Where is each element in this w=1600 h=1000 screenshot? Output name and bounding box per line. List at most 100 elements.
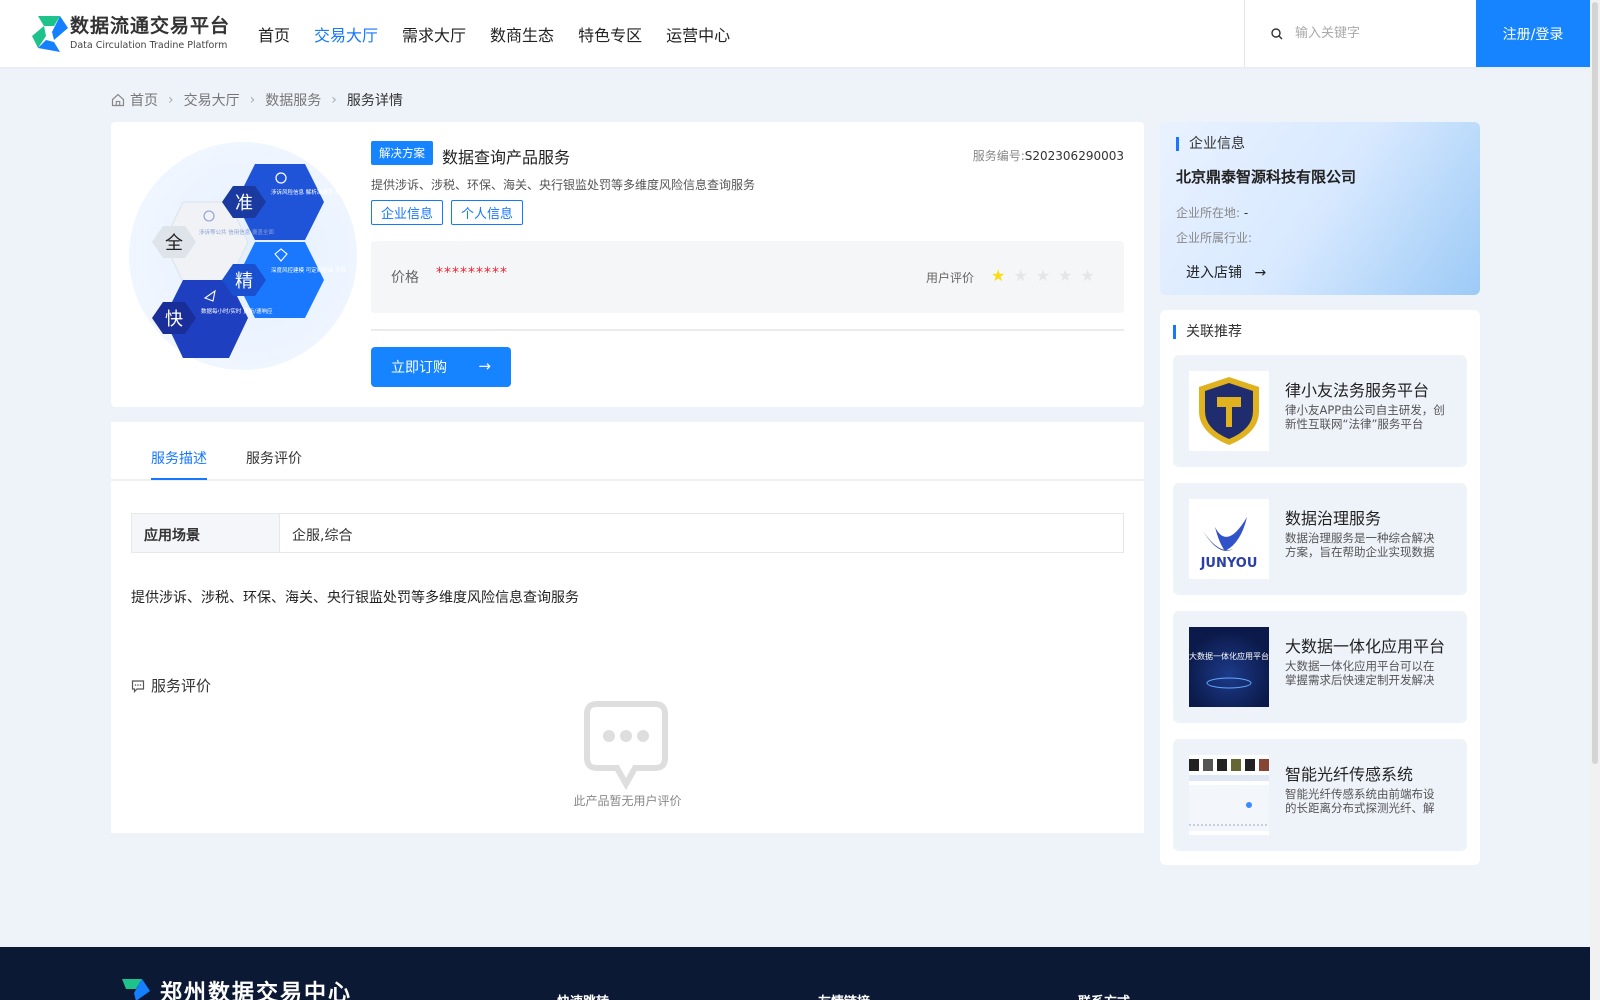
- breadcrumb-current: 服务详情: [346, 93, 403, 109]
- personal-info-button[interactable]: 个人信息: [451, 200, 524, 225]
- related-title: 律小友法务服务平台: [1285, 381, 1430, 400]
- service-number: 服务编号:S202306290003: [973, 147, 1124, 164]
- fiber-dashboard-icon: [1189, 759, 1269, 831]
- star-rating: ★ ★ ★ ★ ★: [991, 266, 1103, 285]
- company-location-value: -: [1243, 206, 1249, 220]
- breadcrumb: 首页 › 交易大厅 › 数据服务 › 服务详情: [111, 90, 403, 110]
- shield-gavel-icon: [1199, 377, 1259, 445]
- top-header: 数据流通交易平台 Data Circulation Tradine Platfo…: [0, 0, 1590, 67]
- main-nav: 首页 交易大厅 需求大厅 数商生态 特色专区 运营中心: [258, 22, 754, 46]
- related-item[interactable]: 智能光纤传感系统 智能光纤传感系统由前端布设的长距离分布式探测光纤、解调主机组成: [1173, 739, 1467, 851]
- nav-item-operations[interactable]: 运营中心: [666, 22, 730, 46]
- search-icon[interactable]: [1271, 27, 1283, 40]
- star-icon: ★: [1013, 266, 1028, 285]
- star-icon: ★: [1035, 266, 1051, 285]
- chevron-right-icon: ›: [331, 92, 337, 108]
- scrollbar-thumb[interactable]: [1592, 2, 1598, 764]
- login-register-button[interactable]: 注册/登录: [1476, 0, 1590, 67]
- site-logo[interactable]: 数据流通交易平台 Data Circulation Tradine Platfo…: [30, 14, 230, 54]
- company-section-title: 企业信息: [1176, 137, 1245, 151]
- empty-review-text: 此产品暂无用户评价: [573, 794, 682, 808]
- related-thumb-bigdata: 大数据一体化应用平台: [1189, 627, 1269, 707]
- product-card: 准 全 精 快 涉诉风险信息 解析准确率 超99% 涉诉等公共 信用信息 覆盖全…: [111, 122, 1144, 407]
- service-number-label: 服务编号:: [972, 149, 1025, 163]
- footer-logo-icon: [122, 979, 150, 1000]
- related-title: 大数据一体化应用平台: [1285, 637, 1446, 656]
- related-item[interactable]: 律小友法务服务平台 律小友APP由公司自主研发，创新性互联网“法律”服务平台: [1173, 355, 1467, 467]
- nav-item-home[interactable]: 首页: [258, 22, 290, 46]
- bigdata-banner-text: 大数据一体化应用平台: [1189, 651, 1269, 661]
- product-image: 准 全 精 快 涉诉风险信息 解析准确率 超99% 涉诉等公共 信用信息 覆盖全…: [129, 142, 357, 370]
- price-box: 价格 ********* 用户评价 ★ ★ ★ ★ ★: [371, 241, 1124, 313]
- enter-shop-link[interactable]: 进入店铺 →: [1186, 262, 1266, 282]
- star-icon: ★: [1080, 266, 1095, 285]
- company-info-button[interactable]: 企业信息: [371, 200, 444, 225]
- hex-char-accurate: 准: [235, 193, 253, 214]
- hexagon-illustration: 准 全 精 快 涉诉风险信息 解析准确率 超99% 涉诉等公共 信用信息 覆盖全…: [152, 164, 353, 358]
- search-box: [1244, 0, 1476, 67]
- related-desc: 大数据一体化应用平台可以在掌握需求后快速定制开发解决方案: [1285, 659, 1435, 687]
- page-scrollbar[interactable]: [1590, 0, 1600, 1000]
- company-industry-label: 企业所属行业:: [1176, 231, 1253, 245]
- footer-col-quick: 快速跳转: [557, 991, 609, 1000]
- star-icon: ★: [991, 266, 1006, 285]
- product-title: 数据查询产品服务: [442, 148, 571, 167]
- review-heading: 服务评价: [131, 675, 211, 696]
- detail-description: 提供涉诉、涉税、环保、海关、央行银监处罚等多维度风险信息查询服务: [131, 590, 579, 606]
- company-location: 企业所在地: -: [1176, 204, 1248, 221]
- related-title: 数据治理服务: [1285, 509, 1382, 528]
- related-item[interactable]: 大数据一体化应用平台 大数据一体化应用平台 大数据一体化应用平台可以在掌握需求后…: [1173, 611, 1467, 723]
- scene-value: 企服,综合: [292, 528, 353, 544]
- detail-card: 服务描述 服务评价 应用场景 企服,综合 提供涉诉、涉税、环保、海关、央行银监处…: [111, 422, 1144, 833]
- company-location-label: 企业所在地:: [1176, 206, 1241, 220]
- service-number-value: S202306290003: [1024, 149, 1124, 163]
- nav-item-trading-hall[interactable]: 交易大厅: [314, 22, 378, 46]
- related-thumb-law: [1189, 371, 1269, 451]
- related-title: 智能光纤传感系统: [1285, 765, 1414, 784]
- hex-char-complete: 全: [165, 233, 183, 254]
- tab-bar: 服务描述 服务评价: [111, 422, 1144, 481]
- related-card: 关联推荐 律小友法务服务平台 律小友APP由公司自主研发，创新性互联网“法律”服…: [1160, 310, 1480, 865]
- arrow-right-icon: →: [1254, 265, 1267, 281]
- junyou-logo-text: JUNYOU: [1200, 556, 1258, 571]
- tab-service-description[interactable]: 服务描述: [151, 448, 207, 480]
- breadcrumb-trading-hall[interactable]: 交易大厅: [184, 90, 240, 110]
- logo-icon: [32, 16, 68, 52]
- comment-icon: [131, 679, 145, 693]
- hex-text-precise: 深度风控建模 可定制精细 字段: [271, 266, 346, 274]
- divider: [371, 329, 1124, 331]
- nav-item-demand-hall[interactable]: 需求大厅: [402, 22, 466, 46]
- logo-subtitle: Data Circulation Tradine Platform: [70, 40, 228, 52]
- hex-text-fast: 数据每小时/实时 更新/速响应: [201, 307, 273, 315]
- review-title: 服务评价: [151, 677, 212, 695]
- rating-label: 用户评价: [926, 271, 975, 285]
- hex-text-complete: 涉诉等公共 信用信息 覆盖全面: [199, 228, 274, 236]
- info-buttons: 企业信息 个人信息: [371, 200, 531, 225]
- breadcrumb-home[interactable]: 首页: [130, 90, 158, 110]
- solution-tag: 解决方案: [371, 141, 433, 165]
- empty-comment-icon: [584, 701, 668, 790]
- related-section-title: 关联推荐: [1173, 325, 1242, 339]
- related-thumb-fiber: [1189, 755, 1269, 835]
- search-input[interactable]: [1295, 26, 1455, 41]
- product-description: 提供涉诉、涉税、环保、海关、央行银监处罚等多维度风险信息查询服务: [371, 178, 756, 192]
- related-desc: 智能光纤传感系统由前端布设的长距离分布式探测光纤、解调主机组成: [1285, 787, 1435, 815]
- hex-text-accurate: 涉诉风险信息 解析准确率 超99%: [271, 188, 353, 196]
- footer-brand: 郑州数据交易中心: [160, 981, 353, 1000]
- scene-table: 应用场景 企服,综合: [131, 513, 1124, 553]
- tab-service-review[interactable]: 服务评价: [246, 448, 302, 468]
- related-item[interactable]: JUNYOU 数据治理服务 数据治理服务是一种综合解决方案，旨在帮助企业实现数据…: [1173, 483, 1467, 595]
- chevron-right-icon: ›: [168, 92, 174, 108]
- nav-item-special-zone[interactable]: 特色专区: [578, 22, 642, 46]
- nav-item-ecosystem[interactable]: 数商生态: [490, 22, 554, 46]
- order-now-button[interactable]: 立即订购 →: [371, 347, 511, 387]
- breadcrumb-data-service[interactable]: 数据服务: [265, 90, 321, 110]
- arrow-right-icon: →: [478, 357, 491, 375]
- scene-key: 应用场景: [132, 514, 280, 552]
- home-icon[interactable]: [111, 93, 125, 107]
- company-name: 北京鼎泰智源科技有限公司: [1176, 168, 1357, 186]
- star-icon: ★: [1058, 266, 1073, 285]
- related-desc: 数据治理服务是一种综合解决方案，旨在帮助企业实现数据治理: [1285, 531, 1435, 559]
- price-label: 价格: [391, 270, 419, 286]
- company-industry: 企业所属行业:: [1176, 229, 1252, 246]
